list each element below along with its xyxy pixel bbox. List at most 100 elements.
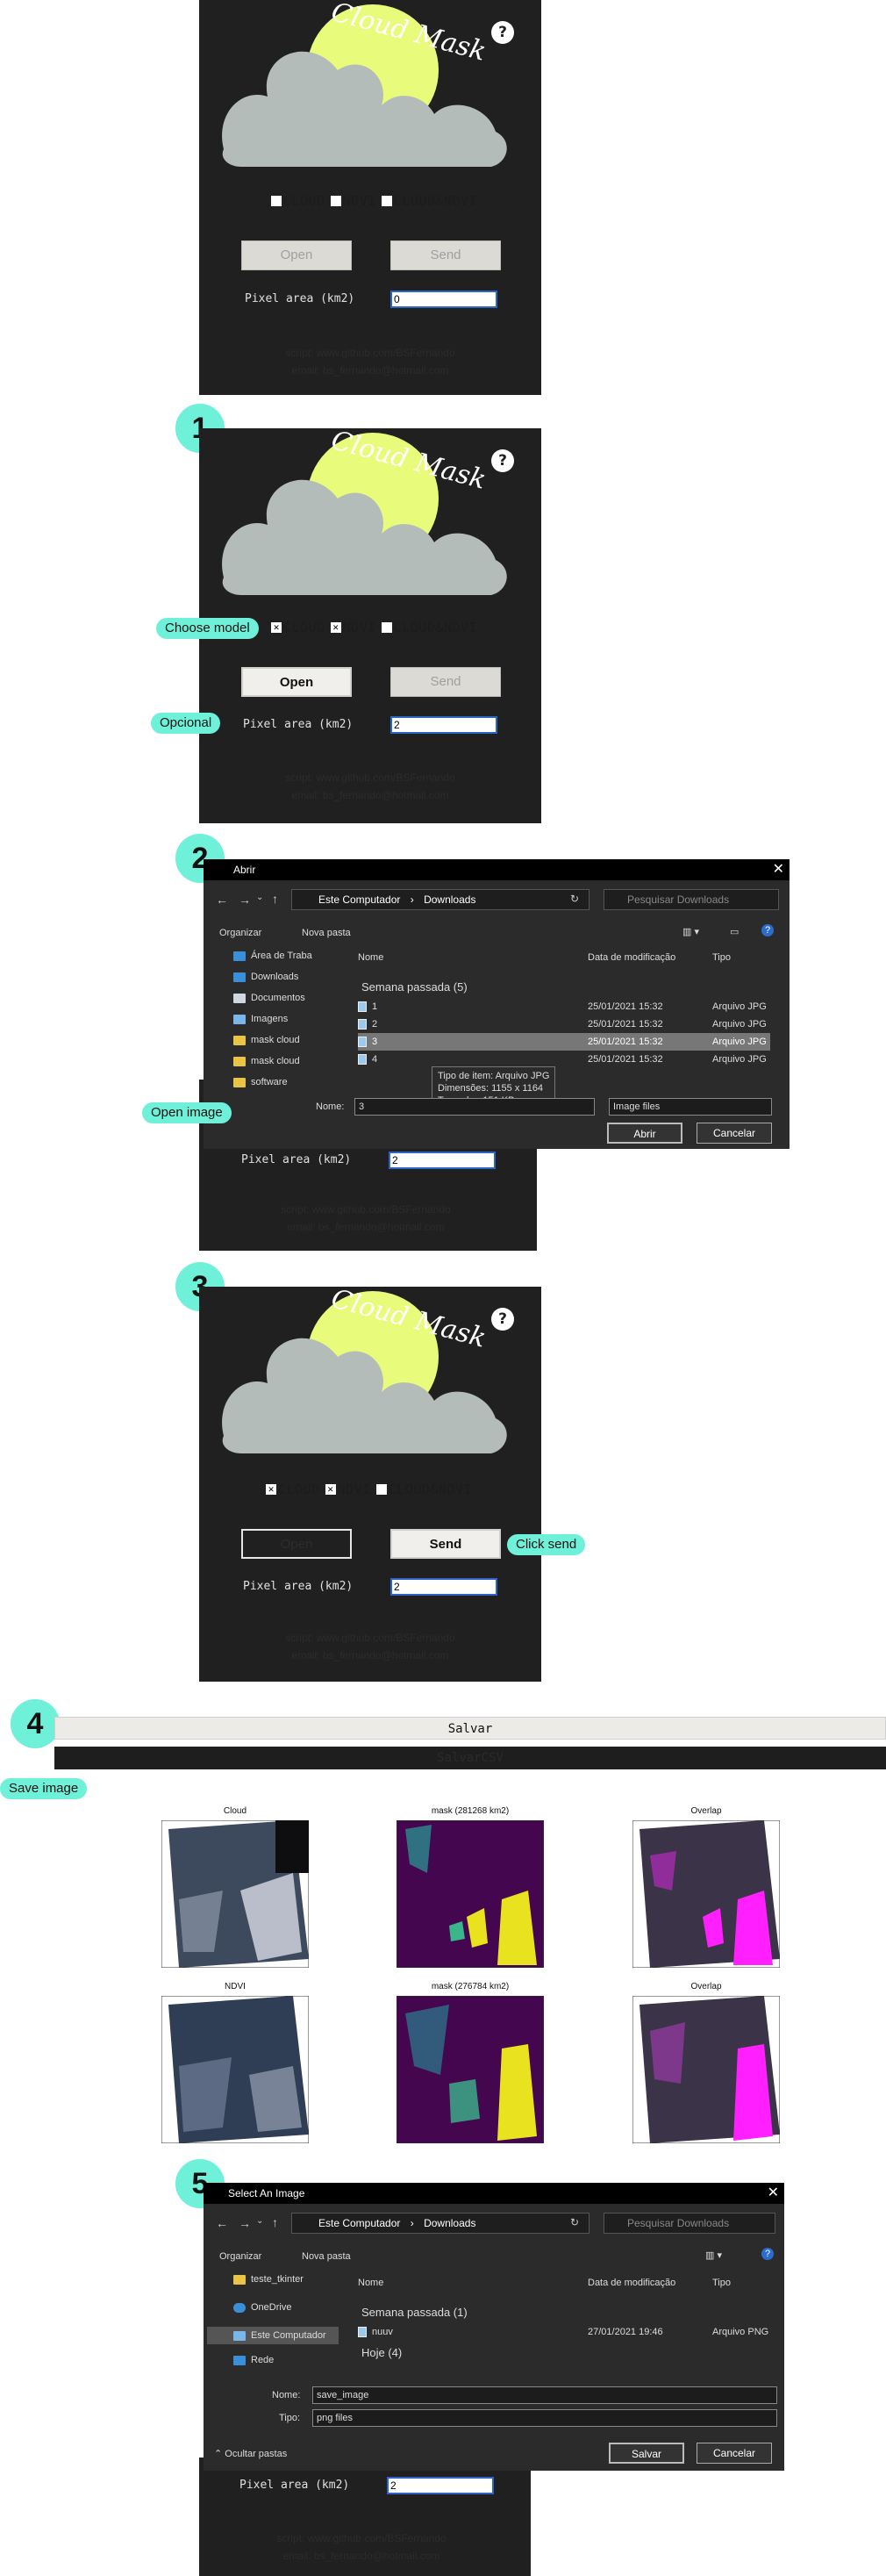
file-row[interactable]: 2 25/01/2021 15:32 Arquivo JPG bbox=[358, 1015, 770, 1033]
help-icon[interactable]: ? bbox=[761, 924, 774, 936]
sidebar-item-onedrive[interactable]: OneDrive bbox=[233, 2302, 291, 2313]
choose-model-tag: Choose model bbox=[156, 618, 259, 639]
file-type-select[interactable]: png files bbox=[312, 2409, 777, 2427]
refresh-icon[interactable]: ↻ bbox=[570, 2216, 579, 2228]
address-bar[interactable]: Este Computador › Downloads bbox=[291, 889, 589, 910]
path-folder[interactable]: Downloads bbox=[424, 2217, 475, 2229]
column-name[interactable]: Nome bbox=[358, 952, 383, 963]
sidebar-item-teste-tkinter[interactable]: teste_tkinter bbox=[233, 2274, 304, 2285]
column-date[interactable]: Data de modificação bbox=[588, 2278, 675, 2288]
file-name-input[interactable]: save_image bbox=[312, 2386, 777, 2404]
column-type[interactable]: Tipo bbox=[712, 2278, 731, 2288]
new-folder-button[interactable]: Nova pasta bbox=[302, 928, 351, 938]
credit-script: script: www.github.com/BSFernando bbox=[276, 2532, 447, 2544]
open-button[interactable]: Open bbox=[241, 240, 352, 270]
pixel-area-input[interactable]: 0 bbox=[390, 291, 497, 308]
up-arrow-icon[interactable]: ↑ bbox=[272, 892, 278, 906]
credit-script: script: www.github.com/BSFernando bbox=[285, 347, 455, 359]
hide-folders-toggle[interactable]: ⌃ Ocultar pastas bbox=[214, 2448, 287, 2459]
file-type-label: Tipo: bbox=[279, 2413, 301, 2423]
cancel-button[interactable]: Cancelar bbox=[697, 2443, 772, 2464]
group-header[interactable]: Semana passada (1) bbox=[361, 2306, 468, 2319]
plot-title-overlap-1: Overlap bbox=[690, 1806, 722, 1816]
organize-menu[interactable]: Organizar bbox=[219, 2251, 261, 2262]
pixel-area-label: Pixel area (km2) bbox=[245, 292, 355, 305]
open-confirm-button[interactable]: Abrir bbox=[607, 1123, 682, 1144]
pixel-area-label: Pixel area (km2) bbox=[243, 718, 354, 731]
help-button[interactable]: ? bbox=[491, 21, 514, 44]
view-icon[interactable]: ▥ ▾ bbox=[705, 2250, 722, 2261]
column-date[interactable]: Data de modificação bbox=[588, 952, 675, 963]
sidebar-item-documents[interactable]: Documentos bbox=[233, 993, 305, 1003]
checkbox-cloud[interactable]: CLOUD bbox=[271, 193, 325, 209]
plot-title-cloud: Cloud bbox=[223, 1806, 247, 1816]
close-icon[interactable]: ✕ bbox=[768, 2183, 779, 2204]
forward-arrow-icon[interactable]: → bbox=[239, 893, 251, 907]
sidebar-item-mask-cloud[interactable]: mask cloud bbox=[233, 1056, 300, 1066]
file-name-input[interactable]: 3 bbox=[354, 1098, 595, 1116]
pixel-area-input[interactable]: 2 bbox=[389, 1152, 496, 1169]
pixel-area-input[interactable]: 2 bbox=[390, 716, 497, 734]
up-arrow-icon[interactable]: ↑ bbox=[272, 2215, 278, 2229]
file-row[interactable]: 4 25/01/2021 15:32 Arquivo JPG bbox=[358, 1051, 770, 1068]
column-type[interactable]: Tipo bbox=[712, 952, 731, 963]
back-arrow-icon[interactable]: ← bbox=[216, 893, 228, 907]
column-name[interactable]: Nome bbox=[358, 2278, 383, 2288]
sidebar-item-rede[interactable]: Rede bbox=[233, 2355, 274, 2365]
group-header[interactable]: Semana passada (5) bbox=[361, 980, 468, 994]
forward-arrow-icon[interactable]: → bbox=[239, 2216, 251, 2230]
save-button[interactable]: Salvar bbox=[54, 1717, 886, 1740]
checkbox-cloud-ndvi[interactable]: CLOUD&NDVI bbox=[381, 193, 477, 209]
sidebar-item-mask-cloud[interactable]: mask cloud bbox=[233, 1035, 300, 1045]
path-root[interactable]: Este Computador bbox=[318, 2217, 400, 2229]
open-button[interactable]: Open bbox=[241, 1529, 352, 1559]
save-csv-button[interactable]: SalvarCSV bbox=[54, 1747, 886, 1769]
sidebar-item-downloads[interactable]: Downloads bbox=[233, 972, 298, 982]
path-root[interactable]: Este Computador bbox=[318, 893, 400, 906]
checkbox-ndvi[interactable]: ✕ NDVI bbox=[325, 1482, 371, 1497]
credit-email: email: bs_fernando@hotmail.com bbox=[291, 789, 449, 801]
checkbox-cloud-ndvi[interactable]: CLOUD&NDVI bbox=[381, 620, 477, 635]
address-bar[interactable]: Este Computador › Downloads bbox=[291, 2213, 589, 2234]
group-header[interactable]: Hoje (4) bbox=[361, 2346, 402, 2359]
sidebar-item-desktop[interactable]: Área de Traba bbox=[233, 951, 312, 961]
refresh-icon[interactable]: ↻ bbox=[570, 893, 579, 905]
sidebar-item-este-computador[interactable]: Este Computador bbox=[207, 2327, 339, 2344]
search-input[interactable]: Pesquisar Downloads bbox=[604, 2213, 775, 2234]
checkbox-cloud[interactable]: ✕ CLOUD bbox=[266, 1482, 320, 1497]
pixel-area-input[interactable]: 2 bbox=[390, 1578, 497, 1596]
file-row-selected[interactable]: 3 25/01/2021 15:32 Arquivo JPG bbox=[358, 1033, 770, 1051]
close-icon[interactable]: ✕ bbox=[773, 859, 784, 880]
view-icon[interactable]: ▥ ▾ bbox=[682, 926, 699, 937]
sidebar-item-software[interactable]: software bbox=[233, 1077, 288, 1087]
help-button[interactable]: ? bbox=[491, 449, 514, 472]
send-button[interactable]: Send bbox=[390, 1529, 501, 1559]
cloud-logo: Cloud Mask bbox=[222, 1287, 507, 1453]
organize-menu[interactable]: Organizar bbox=[219, 928, 261, 938]
back-arrow-icon[interactable]: ← bbox=[216, 2216, 228, 2230]
send-button[interactable]: Send bbox=[390, 240, 501, 270]
help-icon[interactable]: ? bbox=[761, 2248, 774, 2260]
help-button[interactable]: ? bbox=[491, 1308, 514, 1331]
plot-title-ndvi: NDVI bbox=[225, 1982, 246, 1991]
dialog-title: Select An Image bbox=[204, 2183, 784, 2204]
open-button[interactable]: Open bbox=[241, 667, 352, 697]
pixel-area-input[interactable]: 2 bbox=[387, 2477, 494, 2494]
chevron-down-icon[interactable]: ⌄ bbox=[256, 2216, 263, 2226]
send-button[interactable]: Send bbox=[390, 667, 501, 697]
chevron-down-icon[interactable]: ⌄ bbox=[256, 893, 263, 902]
checkbox-cloud[interactable]: ✕ CLOUD bbox=[271, 620, 325, 635]
sidebar-item-images[interactable]: Imagens bbox=[233, 1014, 288, 1024]
new-folder-button[interactable]: Nova pasta bbox=[302, 2251, 351, 2262]
preview-pane-icon[interactable]: ▭ bbox=[730, 926, 739, 937]
save-confirm-button[interactable]: Salvar bbox=[609, 2443, 684, 2464]
file-row[interactable]: 1 25/01/2021 15:32 Arquivo JPG bbox=[358, 998, 770, 1015]
checkbox-ndvi[interactable]: ✕ NDVI bbox=[330, 620, 376, 635]
search-input[interactable]: Pesquisar Downloads bbox=[604, 889, 779, 910]
file-row[interactable]: nuuv 27/01/2021 19:46 Arquivo PNG bbox=[358, 2323, 770, 2341]
checkbox-ndvi[interactable]: NDVI bbox=[330, 193, 376, 209]
cancel-button[interactable]: Cancelar bbox=[697, 1123, 772, 1144]
path-folder[interactable]: Downloads bbox=[424, 893, 475, 906]
file-type-select[interactable]: Image files bbox=[609, 1098, 772, 1116]
checkbox-cloud-ndvi[interactable]: CLOUD&NDVI bbox=[375, 1482, 472, 1497]
